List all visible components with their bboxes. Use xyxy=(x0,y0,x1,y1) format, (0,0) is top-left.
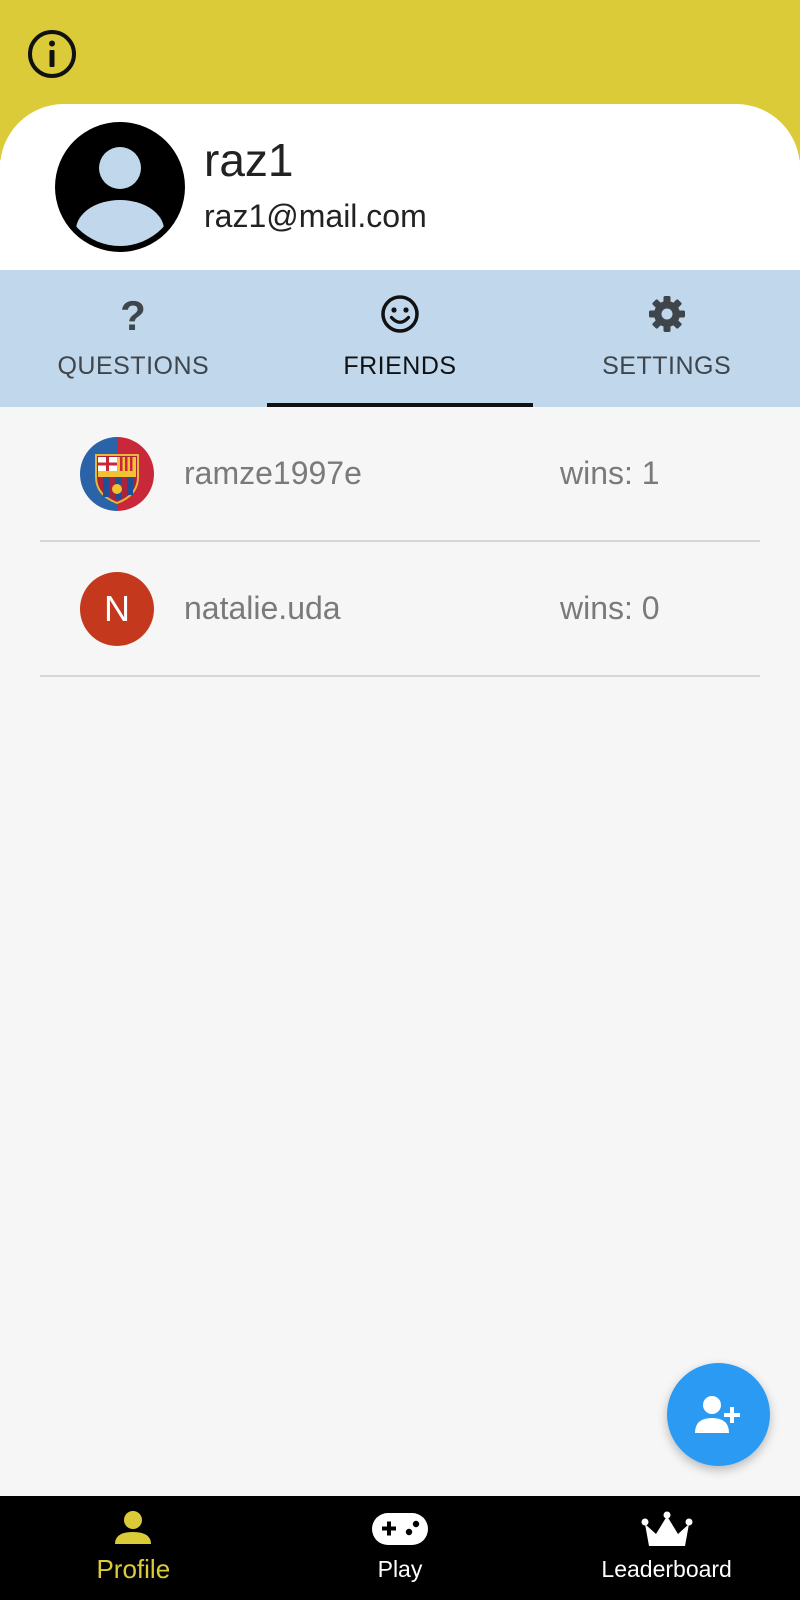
friend-name: natalie.uda xyxy=(184,590,341,626)
gamepad-icon xyxy=(371,1513,428,1545)
nav-label-leaderboard: Leaderboard xyxy=(601,1556,732,1582)
question-mark-icon: ? xyxy=(121,292,147,336)
list-item[interactable]: N natalie.uda wins: 0 xyxy=(40,542,760,677)
nav-label-play: Play xyxy=(377,1556,423,1582)
tab-friends[interactable]: FRIENDS xyxy=(266,270,534,407)
friend-wins: wins: 0 xyxy=(560,590,660,626)
profile-username: raz1 xyxy=(204,134,294,186)
tab-label-questions: QUESTIONS xyxy=(57,352,210,380)
svg-text:?: ? xyxy=(121,292,147,336)
info-icon[interactable] xyxy=(26,28,78,80)
list-item[interactable]: ramze1997e wins: 1 xyxy=(40,407,760,542)
friend-name: ramze1997e xyxy=(184,455,362,491)
tab-label-settings: SETTINGS xyxy=(602,352,732,380)
add-person-icon xyxy=(695,1396,740,1433)
person-icon xyxy=(115,1511,152,1544)
nav-leaderboard[interactable]: Leaderboard xyxy=(533,1496,800,1600)
profile-tab-bar: ? QUESTIONS FRIENDS SETTINGS xyxy=(0,270,800,407)
friends-list: ramze1997e wins: 1 N natalie.uda wins: 0 xyxy=(0,407,800,677)
friend-wins: wins: 1 xyxy=(560,455,660,491)
nav-profile[interactable]: Profile xyxy=(0,1496,267,1600)
profile-email: raz1@mail.com xyxy=(204,198,427,234)
add-friend-button[interactable] xyxy=(667,1363,770,1466)
fc-barcelona-crest-avatar xyxy=(80,437,154,511)
crown-icon xyxy=(641,1511,693,1546)
tab-label-friends: FRIENDS xyxy=(343,352,457,380)
letter-avatar: N xyxy=(80,572,154,646)
smiley-face-icon xyxy=(381,295,419,333)
nav-play[interactable]: Play xyxy=(267,1496,534,1600)
nav-label-profile: Profile xyxy=(96,1554,171,1584)
tab-questions[interactable]: ? QUESTIONS xyxy=(0,270,267,407)
bottom-navigation: Profile Play Leaderboard xyxy=(0,1496,800,1600)
user-avatar xyxy=(55,122,185,252)
tab-settings[interactable]: SETTINGS xyxy=(533,270,800,407)
gear-icon xyxy=(648,296,685,332)
